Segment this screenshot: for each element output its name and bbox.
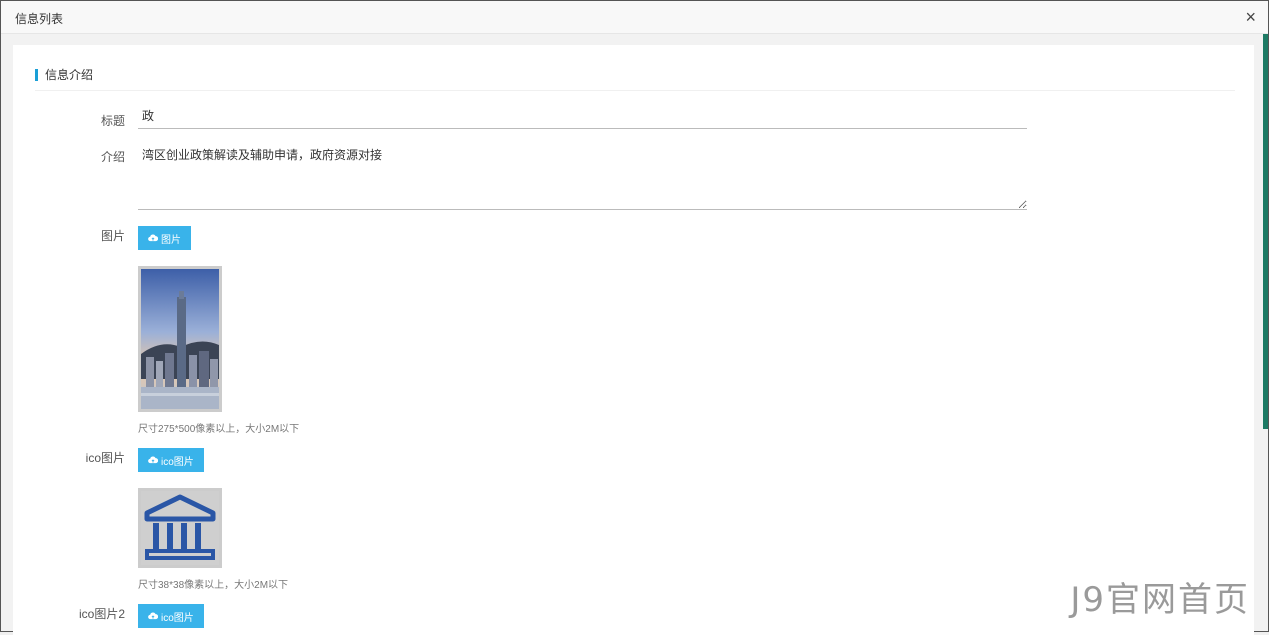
close-icon[interactable]: × (1245, 7, 1256, 27)
city-skyline-image (141, 269, 219, 409)
title-input[interactable] (138, 103, 1027, 129)
section-title: 信息介绍 (45, 68, 94, 82)
scrollbar[interactable] (1263, 34, 1268, 429)
dialog-window: 信息列表 × 信息介绍 标题 介绍 湾区创业政策解读及辅助申请，政府资源对接 图… (0, 0, 1269, 635)
ico-label: ico图片 (85, 451, 125, 465)
image-preview (138, 266, 222, 412)
bank-building-icon (141, 491, 219, 565)
section-accent-bar (35, 69, 38, 81)
ico2-label: ico图片2 (78, 607, 125, 621)
section-header: 信息介绍 (35, 65, 1235, 91)
intro-label: 介绍 (100, 150, 125, 164)
watermark-text: J9官网首页 (1070, 580, 1250, 620)
cloud-upload-icon (148, 234, 158, 242)
ico2-upload-button-label: ico图片 (161, 612, 194, 624)
image-size-hint: 尺寸275*500像素以上，大小2M以下 (138, 424, 300, 435)
dialog-title: 信息列表 (15, 12, 64, 26)
ico-size-hint: 尺寸38*38像素以上，大小2M以下 (138, 580, 289, 591)
form-panel: 信息介绍 标题 介绍 湾区创业政策解读及辅助申请，政府资源对接 图片 图片 (13, 45, 1254, 635)
title-label: 标题 (100, 114, 125, 128)
ico2-upload-button[interactable]: ico图片 (138, 604, 204, 628)
ico-upload-button-label: ico图片 (161, 456, 194, 468)
intro-textarea[interactable]: 湾区创业政策解读及辅助申请，政府资源对接 (138, 142, 1027, 210)
image-upload-button[interactable]: 图片 (138, 226, 191, 250)
cloud-upload-icon (148, 456, 158, 464)
image-upload-button-label: 图片 (161, 234, 181, 246)
dialog-titlebar: 信息列表 × (1, 1, 1268, 34)
ico-preview (138, 488, 222, 568)
cloud-upload-icon (148, 612, 158, 620)
ico-upload-button[interactable]: ico图片 (138, 448, 204, 472)
image-label: 图片 (100, 229, 125, 243)
